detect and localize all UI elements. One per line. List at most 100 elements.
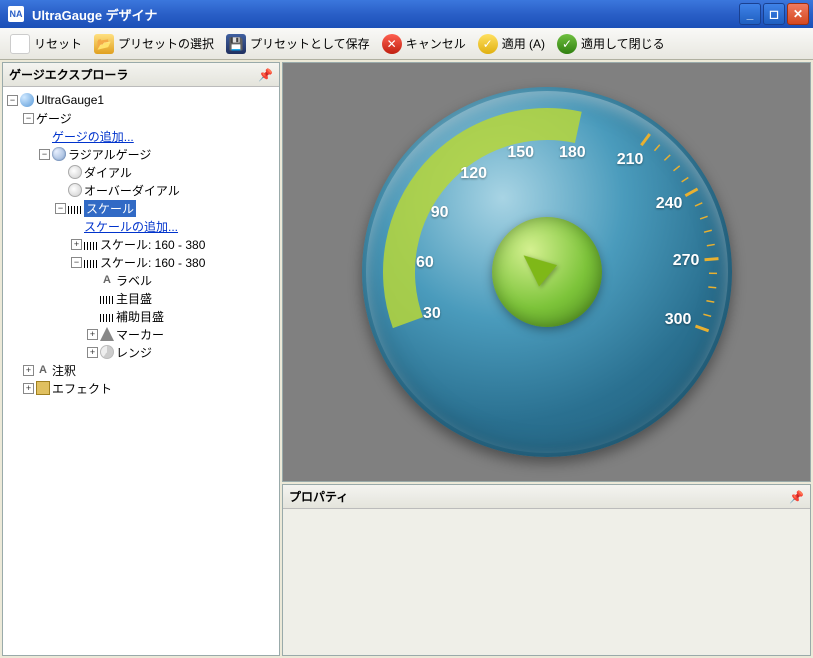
tree-root-label: UltraGauge1: [36, 93, 104, 107]
over-dial-label: オーバーダイアル: [84, 182, 180, 199]
apply-icon: ✓: [478, 34, 498, 54]
pin-icon[interactable]: 📌: [789, 490, 804, 504]
tree-add-gauge[interactable]: ゲージの追加...: [39, 127, 277, 145]
collapse-icon[interactable]: −: [39, 149, 50, 160]
collapse-icon[interactable]: −: [23, 113, 34, 124]
expand-icon[interactable]: +: [87, 347, 98, 358]
cancel-label: キャンセル: [406, 35, 466, 52]
collapse-icon[interactable]: −: [7, 95, 18, 106]
marker-label: マーカー: [116, 326, 164, 343]
save-label: プリセットとして保存: [250, 35, 370, 52]
tick-icon: [100, 296, 114, 304]
maximize-button[interactable]: ◻: [763, 3, 785, 25]
gauge-explorer-panel: ゲージエクスプローラ 📌 − UltraGauge1 − ゲージ: [2, 62, 280, 656]
scale-label-txt: ラベル: [116, 272, 152, 289]
major-tick-label: 主目盛: [116, 290, 152, 307]
gauge-tick-label: 30: [423, 305, 441, 323]
radial-gauge-preview: 30 60 90 120 150 180 210 240 270 300: [362, 87, 732, 457]
collapse-icon[interactable]: −: [55, 203, 66, 214]
apply-button[interactable]: ✓ 適用 (A): [474, 32, 549, 56]
minor-tick-label: 補助目盛: [116, 308, 164, 325]
dial-icon: [68, 183, 82, 197]
gauges-label: ゲージ: [36, 110, 72, 127]
gauge-tick-label: 210: [617, 151, 644, 169]
tree-annotation[interactable]: + A 注釈: [23, 361, 277, 379]
tree-radial-gauge[interactable]: − ラジアルゲージ: [39, 145, 277, 163]
save-preset-button[interactable]: 💾 プリセットとして保存: [222, 32, 374, 56]
scale2-label: スケール: 160 - 380: [100, 254, 205, 271]
toolbar: リセット 📂 プリセットの選択 💾 プリセットとして保存 ✕ キャンセル ✓ 適…: [0, 28, 813, 60]
app-icon: NA: [8, 6, 24, 22]
scale-icon: [68, 206, 82, 214]
pin-icon[interactable]: 📌: [258, 68, 273, 82]
tree-scale-2[interactable]: − スケール: 160 - 380: [71, 253, 277, 271]
titlebar: NA UltraGauge デザイナ _ ◻ ✕: [0, 0, 813, 28]
tree-over-dial[interactable]: オーバーダイアル: [55, 181, 277, 199]
add-scale-link[interactable]: スケールの追加...: [84, 218, 178, 235]
scale-icon: [84, 242, 98, 250]
open-preset-button[interactable]: 📂 プリセットの選択: [90, 32, 218, 56]
window-title: UltraGauge デザイナ: [28, 5, 739, 24]
add-gauge-link[interactable]: ゲージの追加...: [52, 128, 134, 145]
reset-label: リセット: [34, 35, 82, 52]
reset-button[interactable]: リセット: [6, 32, 86, 56]
radial-gauge-icon: [52, 147, 66, 161]
tree-effect[interactable]: + エフェクト: [23, 379, 277, 397]
expand-icon[interactable]: +: [71, 239, 82, 250]
expand-icon[interactable]: +: [23, 365, 34, 376]
collapse-icon[interactable]: −: [71, 257, 82, 268]
gauge-tick-label: 120: [460, 165, 487, 183]
expand-icon[interactable]: +: [23, 383, 34, 394]
explorer-title: ゲージエクスプローラ: [9, 66, 128, 83]
folder-open-icon: 📂: [94, 34, 114, 54]
gauge-tick-label: 300: [665, 311, 692, 329]
gauge-root-icon: [20, 93, 34, 107]
gauge-canvas: 30 60 90 120 150 180 210 240 270 300: [282, 62, 811, 482]
radial-gauge-label: ラジアルゲージ: [68, 146, 151, 163]
scale-label: スケール: [84, 200, 136, 217]
scale1-label: スケール: 160 - 380: [100, 236, 205, 253]
apply-close-button[interactable]: ✓ 適用して閉じる: [553, 32, 669, 56]
tree-add-scale[interactable]: スケールの追加...: [71, 217, 277, 235]
gauge-tick-label: 90: [431, 204, 449, 222]
ok-icon: ✓: [557, 34, 577, 54]
gauge-tick-label: 150: [507, 144, 534, 162]
gauge-tick-label: 180: [559, 144, 586, 162]
tree-root[interactable]: − UltraGauge1: [7, 91, 277, 109]
properties-panel: プロパティ 📌: [282, 484, 811, 656]
tree-scale[interactable]: − スケール: [55, 199, 277, 217]
tree-minor-tick[interactable]: 補助目盛: [87, 307, 277, 325]
gauge-tick-label: 240: [656, 195, 683, 213]
marker-icon: [100, 327, 114, 341]
tree-range[interactable]: + レンジ: [87, 343, 277, 361]
open-label: プリセットの選択: [118, 35, 214, 52]
range-icon: [100, 345, 114, 359]
cancel-button[interactable]: ✕ キャンセル: [378, 32, 470, 56]
annotation-label: 注釈: [52, 362, 76, 379]
properties-header: プロパティ 📌: [283, 485, 810, 509]
scale-icon: [84, 260, 98, 268]
gauge-tick-label: 60: [416, 254, 434, 272]
dial-icon: [68, 165, 82, 179]
tree-dial[interactable]: ダイアル: [55, 163, 277, 181]
explorer-header: ゲージエクスプローラ 📌: [3, 63, 279, 87]
cancel-icon: ✕: [382, 34, 402, 54]
minimize-button[interactable]: _: [739, 3, 761, 25]
range-label: レンジ: [116, 344, 152, 361]
blank-page-icon: [10, 34, 30, 54]
tree-major-tick[interactable]: 主目盛: [87, 289, 277, 307]
apply-label: 適用 (A): [502, 35, 545, 52]
tree-scale-1[interactable]: + スケール: 160 - 380: [71, 235, 277, 253]
properties-title: プロパティ: [289, 488, 348, 505]
dial-label: ダイアル: [84, 164, 132, 181]
annotation-icon: A: [36, 363, 50, 377]
tree-scale-label[interactable]: A ラベル: [87, 271, 277, 289]
close-button[interactable]: ✕: [787, 3, 809, 25]
explorer-tree[interactable]: − UltraGauge1 − ゲージ: [3, 87, 279, 655]
expand-icon[interactable]: +: [87, 329, 98, 340]
tree-marker[interactable]: + マーカー: [87, 325, 277, 343]
tree-gauges[interactable]: − ゲージ: [23, 109, 277, 127]
effect-label: エフェクト: [52, 380, 112, 397]
properties-empty: [283, 509, 810, 655]
gauge-tick-label: 270: [673, 252, 700, 270]
